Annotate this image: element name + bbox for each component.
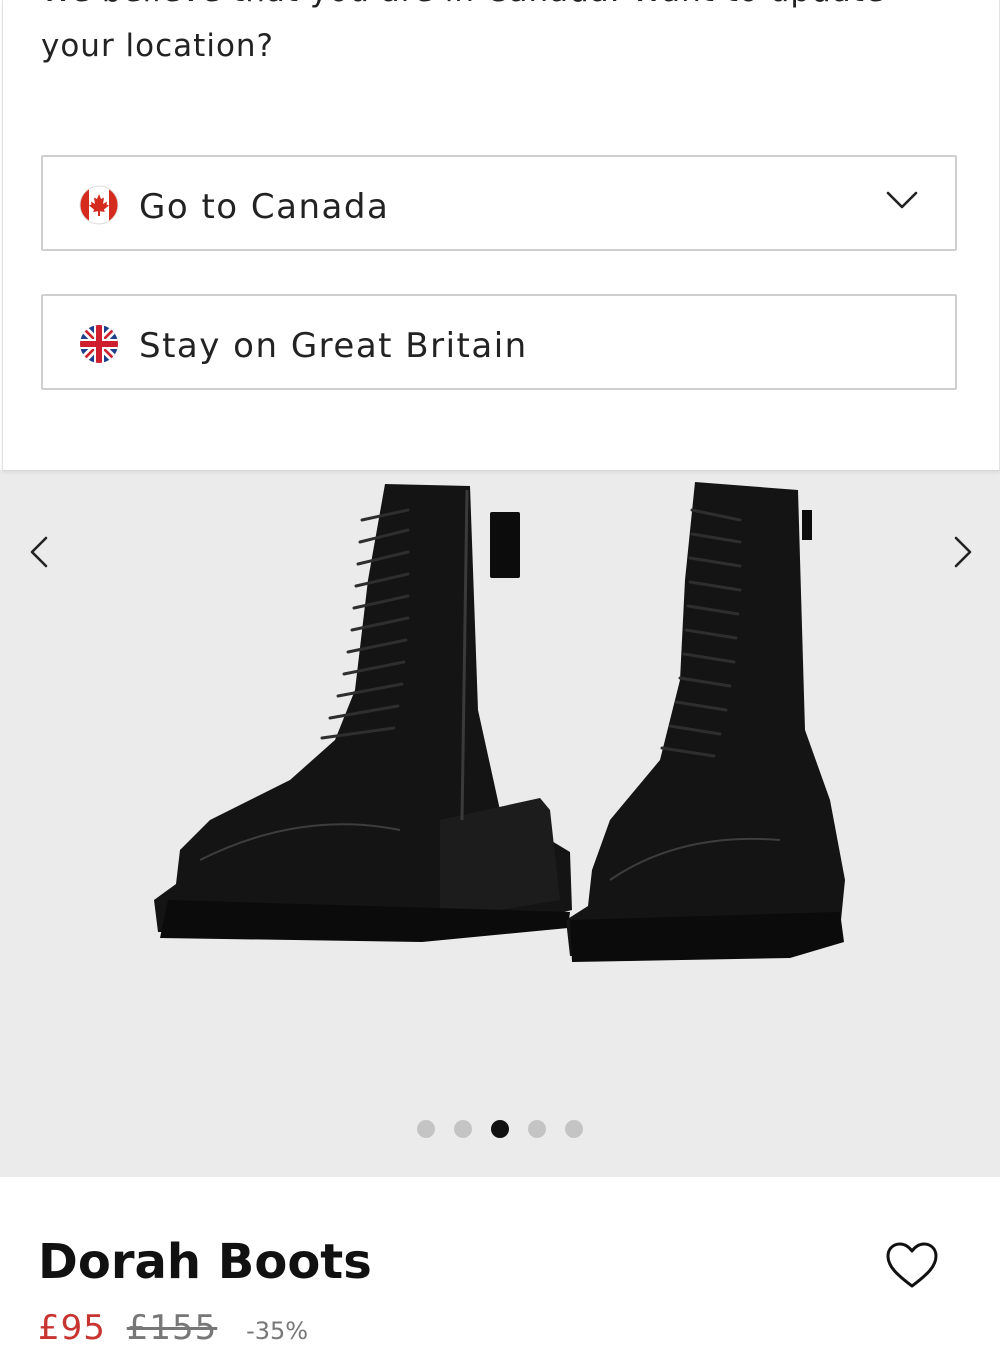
left-boot [154, 484, 572, 942]
chevron-right-icon[interactable] [948, 532, 978, 572]
chevron-down-icon [886, 191, 918, 209]
original-price: £155 [126, 1308, 218, 1348]
go-to-canada-button[interactable]: Go to Canada [41, 155, 957, 251]
uk-flag-icon [80, 325, 118, 363]
location-banner: We believe that you are in Canada. Want … [2, 0, 1000, 471]
product-image-gallery[interactable] [0, 470, 1000, 1177]
gallery-dot[interactable] [491, 1120, 509, 1138]
sale-price: £95 [38, 1308, 106, 1348]
chevron-left-icon[interactable] [24, 532, 54, 572]
canada-flag-icon [79, 185, 119, 225]
stay-on-great-britain-label: Stay on Great Britain [139, 326, 528, 366]
gallery-dot[interactable] [417, 1120, 435, 1138]
gallery-pagination [0, 1120, 1000, 1142]
gallery-dot[interactable] [565, 1120, 583, 1138]
right-boot [566, 482, 845, 962]
product-image [154, 482, 845, 962]
gallery-dot[interactable] [454, 1120, 472, 1138]
go-to-canada-label: Go to Canada [139, 187, 390, 227]
stay-on-great-britain-button[interactable]: Stay on Great Britain [41, 294, 957, 390]
discount-badge: -35% [246, 1317, 309, 1345]
location-message: We believe that you are in Canada. Want … [41, 0, 884, 64]
heart-icon[interactable] [884, 1240, 940, 1290]
gallery-dot[interactable] [528, 1120, 546, 1138]
price-row: £95 £155 -35% [38, 1306, 309, 1348]
product-title: Dorah Boots [38, 1234, 372, 1290]
